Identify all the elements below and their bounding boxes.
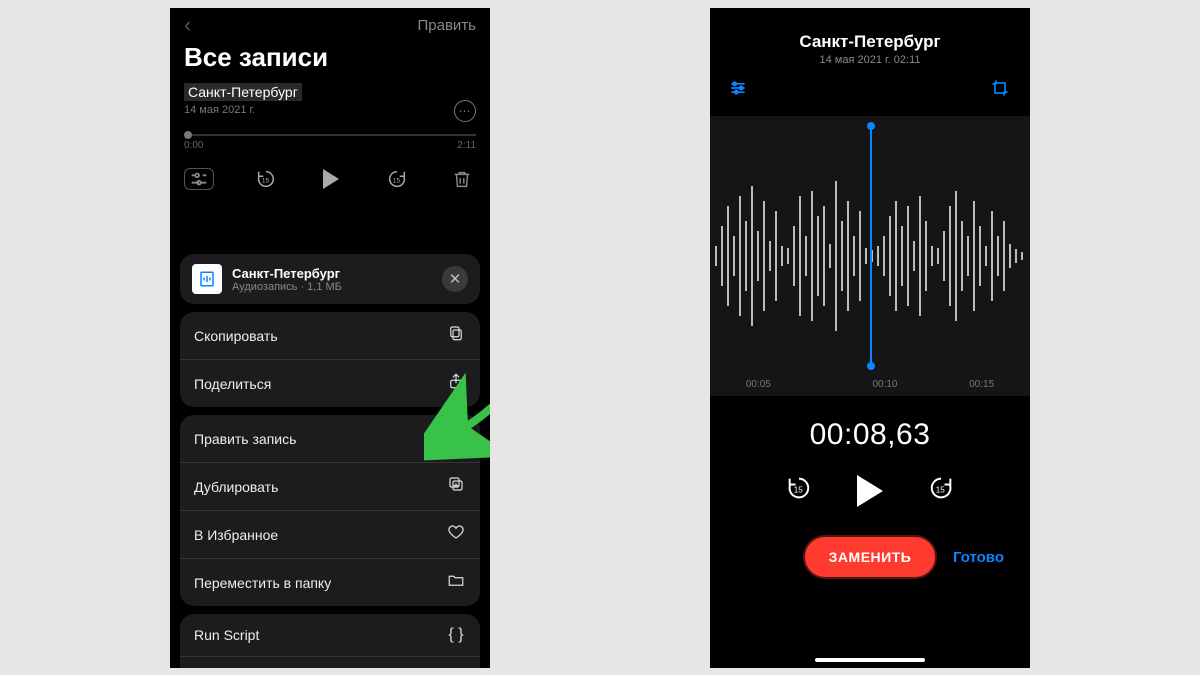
skip-back-15-icon[interactable]: 15 <box>252 165 280 193</box>
heart-icon <box>446 523 466 546</box>
action-edit-recording[interactable]: Править запись <box>180 415 480 462</box>
enhance-icon[interactable] <box>728 78 750 100</box>
edit-tools-row <box>710 72 1030 110</box>
scrubber-times: 0:00 2:11 <box>184 140 476 151</box>
sheet-group-3: Run Script { } Bitwarden <box>180 614 480 668</box>
duplicate-icon <box>446 475 466 498</box>
action-label: Скопировать <box>194 328 278 344</box>
close-sheet-button[interactable]: ✕ <box>442 266 468 292</box>
svg-text:15: 15 <box>936 486 946 495</box>
action-sheet: Санкт-Петербург Аудиозапись · 1,1 МБ ✕ С… <box>180 254 480 668</box>
play-button[interactable] <box>857 475 883 507</box>
scrubber[interactable] <box>184 134 476 136</box>
skip-fwd-15-icon[interactable]: 15 <box>383 165 411 193</box>
header-row: ‹ Править <box>170 8 490 42</box>
braces-icon: { } <box>446 626 466 644</box>
file-thumbnail-icon <box>192 264 222 294</box>
svg-text:15: 15 <box>794 486 804 495</box>
tick: 00:05 <box>746 379 771 390</box>
back-icon[interactable]: ‹ <box>184 14 191 36</box>
playhead[interactable] <box>870 126 872 366</box>
action-run-script[interactable]: Run Script { } <box>180 614 480 656</box>
edit-header: Санкт-Петербург 14 мая 2021 г. 02:11 <box>710 8 1030 72</box>
recording-name[interactable]: Санкт-Петербург <box>184 83 302 101</box>
action-label: Править запись <box>194 431 296 447</box>
done-button[interactable]: Готово <box>953 549 1004 566</box>
more-options-button[interactable]: ⋯ <box>454 100 476 122</box>
tick: 00:10 <box>872 379 897 390</box>
current-time: 00:08,63 <box>710 418 1030 452</box>
share-icon <box>446 372 466 395</box>
action-move-folder[interactable]: Переместить в папку <box>180 558 480 606</box>
playback-controls: 15 15 <box>184 165 476 193</box>
copy-icon <box>446 324 466 347</box>
svg-text:15: 15 <box>261 178 269 185</box>
sheet-subtitle: Аудиозапись · 1,1 МБ <box>232 281 342 293</box>
timeline-ticks: 00:05 00:10 00:15 <box>710 379 1030 390</box>
recording-subtitle: 14 мая 2021 г. 02:11 <box>710 54 1030 66</box>
action-share[interactable]: Поделиться <box>180 359 480 407</box>
time-end: 2:11 <box>457 140 476 151</box>
action-label: Run Script <box>194 627 259 643</box>
action-label: Поделиться <box>194 376 271 392</box>
edit-button[interactable]: Править <box>418 17 477 34</box>
sheet-group-1: Скопировать Поделиться <box>180 312 480 407</box>
tick: 00:15 <box>969 379 994 390</box>
skip-back-15-icon[interactable]: 15 <box>785 474 813 507</box>
recording-title: Санкт-Петербург <box>710 32 1030 52</box>
replace-button[interactable]: ЗАМЕНИТЬ <box>803 535 938 579</box>
sheet-header: Санкт-Петербург Аудиозапись · 1,1 МБ ✕ <box>180 254 480 304</box>
sheet-group-2: Править запись Дублировать В Избранное П… <box>180 415 480 606</box>
svg-text:15: 15 <box>392 178 400 185</box>
action-bitwarden[interactable]: Bitwarden <box>180 656 480 668</box>
playback-controls: 15 15 <box>710 474 1030 507</box>
phone-left-voice-memos: ‹ Править Все записи Санкт-Петербург 14 … <box>170 8 490 668</box>
waveform-icon <box>446 427 466 450</box>
action-label: Дублировать <box>194 479 278 495</box>
skip-fwd-15-icon[interactable]: 15 <box>927 474 955 507</box>
folder-icon <box>446 571 466 594</box>
action-duplicate[interactable]: Дублировать <box>180 462 480 510</box>
play-button[interactable] <box>317 165 345 193</box>
recording-date: 14 мая 2021 г. <box>170 102 490 116</box>
waveform-area[interactable]: 00:05 00:10 00:15 <box>710 116 1030 396</box>
page-title: Все записи <box>170 42 490 79</box>
action-label: Переместить в папку <box>194 575 331 591</box>
action-favorite[interactable]: В Избранное <box>180 510 480 558</box>
trash-icon[interactable] <box>448 165 476 193</box>
sheet-title: Санкт-Петербург <box>232 266 342 281</box>
home-indicator[interactable] <box>815 658 925 662</box>
options-icon[interactable] <box>184 168 214 190</box>
phone-right-edit-recording: Санкт-Петербург 14 мая 2021 г. 02:11 <box>710 8 1030 668</box>
trim-icon[interactable] <box>990 78 1012 100</box>
action-label: В Избранное <box>194 527 278 543</box>
bottom-actions: ЗАМЕНИТЬ Готово <box>710 535 1030 579</box>
action-copy[interactable]: Скопировать <box>180 312 480 359</box>
time-start: 0:00 <box>184 140 203 151</box>
